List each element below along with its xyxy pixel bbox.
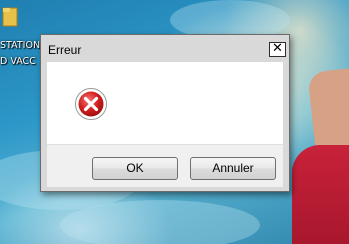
error-icon (75, 88, 107, 120)
desktop-icon-label-line1[interactable]: STATION (0, 40, 40, 51)
dialog-button-bar: OK Annuler (47, 144, 283, 187)
folder-icon[interactable] (2, 6, 18, 28)
close-button[interactable]: ✕ (269, 42, 286, 57)
error-dialog: Erreur ✕ OK Annuler (40, 34, 290, 192)
cancel-button[interactable]: Annuler (190, 157, 276, 180)
desktop-background: STATION D VACC Erreur ✕ OK Annuler (0, 0, 349, 244)
dialog-titlebar[interactable]: Erreur ✕ (45, 39, 286, 59)
dialog-content (47, 62, 283, 144)
dialog-title: Erreur (48, 43, 82, 57)
wave-decoration (60, 200, 260, 244)
ok-button[interactable]: OK (92, 157, 178, 180)
desktop-icon-label-line2[interactable]: D VACC (0, 56, 36, 67)
close-icon: ✕ (272, 41, 283, 56)
wallpaper-sleeve (292, 145, 349, 244)
